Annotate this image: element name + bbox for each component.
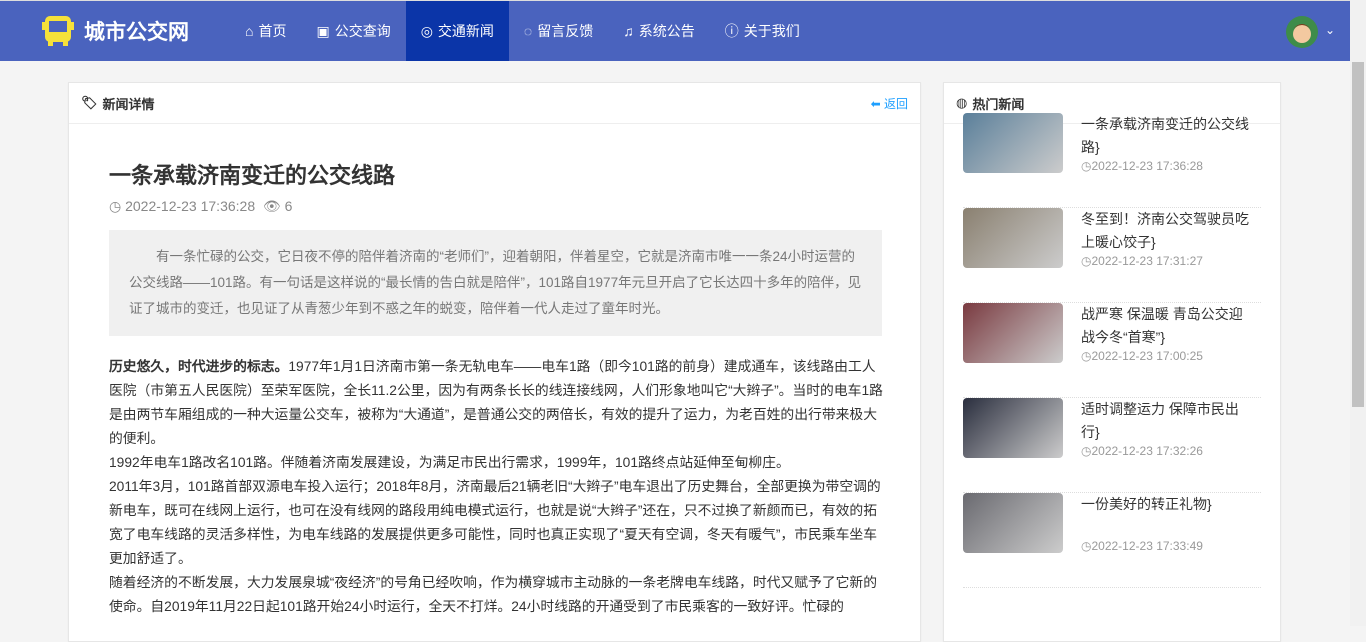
date-text: 2022-12-23 17:33:49 <box>1091 539 1203 553</box>
hot-news-date: ◷2022-12-23 17:36:28 <box>1081 159 1203 173</box>
news-title: 一条承载济南变迁的公交线路 <box>109 163 396 188</box>
nav-home[interactable]: ⌂ 首页 <box>230 1 301 61</box>
nav-label: 公交查询 <box>334 23 391 39</box>
nav-label: 关于我们 <box>743 23 800 39</box>
nav-label: 首页 <box>258 23 287 39</box>
nav-bus-query[interactable]: ▣ 公交查询 <box>301 1 405 61</box>
top-navbar: 城市公交网 ⌂ 首页 ▣ 公交查询 ◎ 交通新闻 ◌ 留言反馈 ♫ 系统公告 ⓘ 关于我们 … <box>0 0 1350 61</box>
nav-feedback[interactable]: ◌ 留言反馈 <box>509 1 608 61</box>
scrollbar-thumb[interactable] <box>1352 62 1364 407</box>
news-summary: 有一条忙碌的公交，它日夜不停的陪伴着济南的“老师们”，迎着朝阳，伴着星空，它就是… <box>109 230 882 336</box>
instagram-icon: ◎ <box>420 22 433 39</box>
nav-traffic-news[interactable]: ◎ 交通新闻 <box>405 1 509 61</box>
hot-news-title[interactable]: 一条承载济南变迁的公交线路} <box>1081 113 1256 159</box>
bus-icon: ▣ <box>316 22 330 39</box>
date-text: 2022-12-23 17:32:26 <box>1091 444 1203 458</box>
tags-icon: 🏷 <box>81 95 98 110</box>
hot-news-title[interactable]: 冬至到！济南公交驾驶员吃上暖心饺子} <box>1081 208 1256 254</box>
news-thumbnail[interactable] <box>963 493 1063 553</box>
hot-news-date: ◷2022-12-23 17:00:25 <box>1081 349 1203 363</box>
date-text: 2022-12-23 17:36:28 <box>1091 159 1203 173</box>
comment-icon: ◌ <box>523 23 533 39</box>
nav-label: 系统公告 <box>638 23 695 39</box>
globe-icon: ◍ <box>956 95 968 110</box>
hot-news-date: ◷2022-12-23 17:33:49 <box>1081 539 1203 553</box>
back-button[interactable]: ⬅ 返回 <box>871 95 908 112</box>
date-text: 2022-12-23 17:31:27 <box>1091 254 1203 268</box>
card-header: 热门新闻 <box>972 96 1025 112</box>
hot-news-item[interactable]: 适时调整运力 保障市民出行} ◷2022-12-23 17:32:26 <box>963 398 1261 493</box>
brand-name: 城市公交网 <box>84 21 189 44</box>
nav-label: 留言反馈 <box>537 23 594 39</box>
eye-icon: 👁 <box>262 198 281 214</box>
card-header: 新闻详情 <box>102 96 155 112</box>
nav-about[interactable]: ⓘ 关于我们 <box>710 1 815 61</box>
paragraph: 1992年电车1路改名101路。伴随着济南发展建设，为满足市民出行需求，1999… <box>109 455 790 470</box>
back-label: 返回 <box>883 96 908 111</box>
news-detail-card: 🏷 新闻详情 ⬅ 返回 一条承载济南变迁的公交线路 ◷ 2022-12-23 17… <box>68 82 921 642</box>
chevron-down-icon[interactable]: ⌄ <box>1325 23 1335 37</box>
paragraph: 2011年3月，101路首部双源电车投入运行；2018年8月，济南最后21辆老旧… <box>109 479 881 566</box>
nav-label: 交通新闻 <box>437 23 494 39</box>
news-date: 2022-12-23 17:36:28 <box>125 198 256 214</box>
clock-icon: ◷ <box>109 198 122 214</box>
bus-logo-icon <box>42 16 74 46</box>
news-meta: ◷ 2022-12-23 17:36:28 👁 6 <box>109 198 292 215</box>
hot-news-card: ◍ 热门新闻 一条承载济南变迁的公交线路} ◷2022-12-23 17:36:2… <box>943 82 1281 642</box>
brand-logo[interactable]: 城市公交网 <box>40 13 189 49</box>
hot-news-item[interactable]: 一条承载济南变迁的公交线路} ◷2022-12-23 17:36:28 <box>963 113 1261 208</box>
news-thumbnail[interactable] <box>963 113 1063 173</box>
news-thumbnail[interactable] <box>963 303 1063 363</box>
hot-news-title[interactable]: 适时调整运力 保障市民出行} <box>1081 398 1256 444</box>
hot-news-item[interactable]: 冬至到！济南公交驾驶员吃上暖心饺子} ◷2022-12-23 17:31:27 <box>963 208 1261 303</box>
hot-news-date: ◷2022-12-23 17:32:26 <box>1081 444 1203 458</box>
paragraph-lead: 历史悠久，时代进步的标志。 <box>109 359 289 374</box>
user-avatar[interactable] <box>1286 16 1318 48</box>
bell-icon: ♫ <box>623 23 634 39</box>
news-body: 历史悠久，时代进步的标志。1977年1月1日济南市第一条无轨电车——电车1路（即… <box>109 355 884 619</box>
news-thumbnail[interactable] <box>963 398 1063 458</box>
hot-news-item[interactable]: 战严寒 保温暖 青岛公交迎战今冬“首寒”} ◷2022-12-23 17:00:… <box>963 303 1261 398</box>
paragraph: 随着经济的不断发展，大力发展泉城“夜经济”的号角已经吹响，作为横穿城市主动脉的一… <box>109 575 878 614</box>
news-thumbnail[interactable] <box>963 208 1063 268</box>
hot-news-title[interactable]: 一份美好的转正礼物} <box>1081 493 1256 516</box>
hot-news-date: ◷2022-12-23 17:31:27 <box>1081 254 1203 268</box>
nav-announcements[interactable]: ♫ 系统公告 <box>608 1 710 61</box>
hot-news-title[interactable]: 战严寒 保温暖 青岛公交迎战今冬“首寒”} <box>1081 303 1256 349</box>
view-count: 6 <box>284 198 293 214</box>
paragraph: 历史悠久，时代进步的标志。1977年1月1日济南市第一条无轨电车——电车1路（即… <box>109 355 884 451</box>
info-icon: ⓘ <box>724 23 739 39</box>
home-icon: ⌂ <box>245 23 254 39</box>
hot-news-item[interactable]: 一份美好的转正礼物} ◷2022-12-23 17:33:49 <box>963 493 1261 588</box>
date-text: 2022-12-23 17:00:25 <box>1091 349 1203 363</box>
